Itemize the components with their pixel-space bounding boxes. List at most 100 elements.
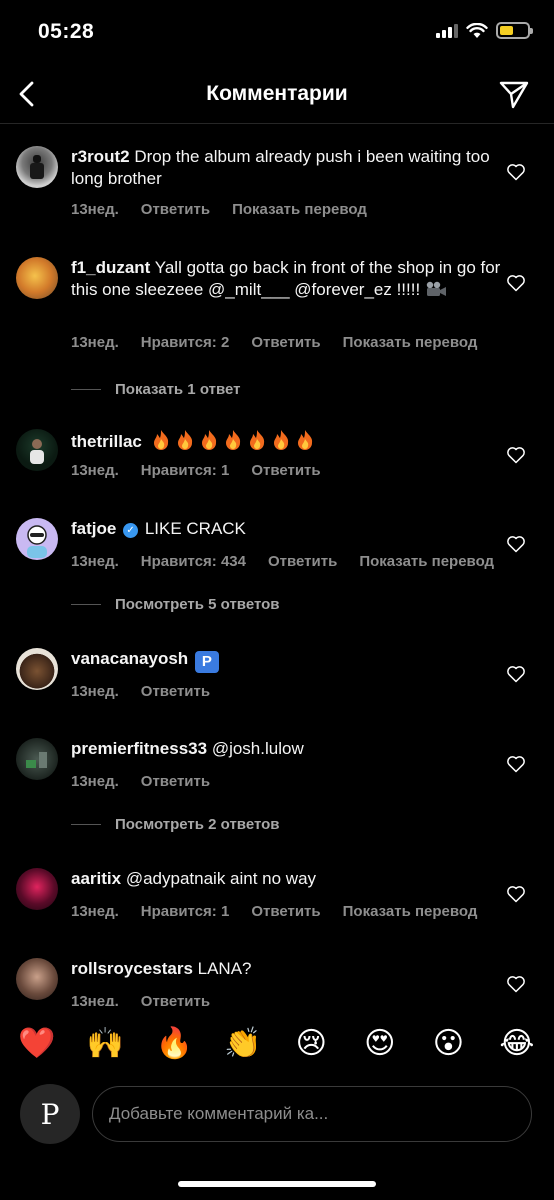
fire-icon: [177, 430, 192, 450]
fire-icon: [273, 430, 288, 450]
crying-face-emoji-button[interactable]: 😢: [294, 1027, 328, 1061]
status-icons: [436, 22, 533, 39]
fire-emojis: [147, 430, 315, 451]
reply-button[interactable]: Ответить: [268, 553, 337, 570]
heart-icon[interactable]: [506, 664, 526, 684]
comment-text: premierfitness33 @josh.lulow: [71, 738, 504, 760]
heart-icon[interactable]: [506, 754, 526, 774]
comment-meta: 13нед. Ответить: [71, 683, 210, 700]
wifi-icon: [466, 22, 488, 38]
comment-text: rollsroycestars LANA?: [71, 958, 504, 980]
translate-button[interactable]: Показать перевод: [232, 201, 367, 218]
comment-body: Drop the album already push i been waiti…: [71, 147, 490, 188]
comment-body: @josh.lulow: [211, 739, 304, 758]
reply-button[interactable]: Ответить: [141, 201, 210, 218]
avatar[interactable]: [16, 429, 58, 471]
translate-button[interactable]: Показать перевод: [343, 903, 478, 920]
comments-list[interactable]: r3rout2 Drop the album already push i be…: [0, 124, 554, 1006]
current-user-avatar: P: [20, 1084, 80, 1144]
like-count[interactable]: Нравится: 2: [141, 334, 230, 351]
view-replies-button[interactable]: Посмотреть 2 ответов: [71, 816, 280, 833]
comment-text: thetrillac: [71, 429, 504, 453]
comment-time: 13нед.: [71, 201, 119, 218]
comment-meta: 13нед. Нравится: 1 Ответить Показать пер…: [71, 903, 477, 920]
fire-icon: [153, 430, 168, 450]
heart-eyes-emoji-button[interactable]: 😍: [363, 1027, 397, 1061]
battery-icon: [496, 22, 533, 39]
avatar[interactable]: [16, 738, 58, 780]
send-icon[interactable]: [498, 78, 530, 110]
reply-button[interactable]: Ответить: [141, 773, 210, 790]
comment-time: 13нед.: [71, 334, 119, 351]
comment-body: @adypatnaik aint no way: [125, 869, 317, 888]
fire-icon: [225, 430, 240, 450]
home-indicator[interactable]: [178, 1181, 376, 1187]
reply-button[interactable]: Ответить: [141, 683, 210, 700]
cellular-signal-icon: [436, 23, 458, 38]
emoji-reaction-bar: ❤️ 🙌 🔥 👏 😢 😍 😮 😂: [0, 1022, 554, 1066]
raising-hands-emoji-button[interactable]: 🙌: [87, 1027, 124, 1061]
translate-button[interactable]: Показать перевод: [359, 553, 494, 570]
heart-icon[interactable]: [506, 273, 526, 293]
comment-text: f1_duzant Yall gotta go back in front of…: [71, 257, 504, 301]
comment-username[interactable]: premierfitness33: [71, 739, 207, 758]
comment-text: r3rout2 Drop the album already push i be…: [71, 146, 504, 190]
comment-composer: P: [0, 1084, 554, 1144]
heart-icon[interactable]: [506, 884, 526, 904]
comment-meta: 13нед. Ответить: [71, 993, 210, 1006]
surprised-face-emoji-button[interactable]: 😮: [431, 1027, 465, 1061]
comment-username[interactable]: f1_duzant: [71, 258, 150, 277]
header: Комментарии: [0, 64, 554, 124]
fire-icon: [297, 430, 312, 450]
red-heart-emoji-button[interactable]: ❤️: [18, 1027, 55, 1061]
comment-input[interactable]: [92, 1086, 532, 1142]
page-title: Комментарии: [206, 82, 348, 105]
comment-username[interactable]: r3rout2: [71, 147, 130, 166]
status-bar: 05:28: [0, 0, 554, 64]
view-replies-button[interactable]: Посмотреть 5 ответов: [71, 596, 280, 613]
verified-badge-icon: ✓: [123, 523, 139, 538]
avatar[interactable]: [16, 518, 58, 560]
like-count[interactable]: Нравится: 434: [141, 553, 246, 570]
avatar[interactable]: [16, 257, 58, 299]
heart-icon[interactable]: [506, 162, 526, 182]
comment-username[interactable]: thetrillac: [71, 432, 142, 451]
comment-username[interactable]: fatjoe: [71, 519, 116, 538]
reply-button[interactable]: Ответить: [251, 903, 320, 920]
comment-time: 13нед.: [71, 773, 119, 790]
comment-text: vanacanayosh P: [71, 648, 504, 673]
translate-button[interactable]: Показать перевод: [343, 334, 478, 351]
clapping-hands-emoji-button[interactable]: 👏: [224, 1027, 261, 1061]
like-count[interactable]: Нравится: 1: [141, 903, 230, 920]
avatar[interactable]: [16, 146, 58, 188]
comment-meta: 13нед. Ответить Показать перевод: [71, 201, 367, 218]
parking-badge-icon: P: [194, 651, 219, 673]
tears-of-joy-emoji-button[interactable]: 😂: [499, 1027, 534, 1061]
fire-emoji-button[interactable]: 🔥: [155, 1027, 192, 1061]
comment-meta: 13нед. Нравится: 1 Ответить: [71, 462, 321, 479]
reply-button[interactable]: Ответить: [141, 993, 210, 1006]
heart-icon[interactable]: [506, 534, 526, 554]
comment-time: 13нед.: [71, 462, 119, 479]
reply-button[interactable]: Ответить: [251, 334, 320, 351]
like-count[interactable]: Нравится: 1: [141, 462, 230, 479]
avatar[interactable]: [16, 958, 58, 1000]
heart-icon[interactable]: [506, 445, 526, 465]
reply-button[interactable]: Ответить: [251, 462, 320, 479]
comment-text: aaritix @adypatnaik aint no way: [71, 868, 504, 890]
fire-icon: [201, 430, 216, 450]
comment-meta: 13нед. Нравится: 2 Ответить Показать пер…: [71, 334, 477, 351]
heart-icon[interactable]: [506, 974, 526, 994]
avatar[interactable]: [16, 648, 58, 690]
comment-time: 13нед.: [71, 993, 119, 1006]
comment-meta: 13нед. Нравится: 434 Ответить Показать п…: [71, 553, 494, 570]
comment-time: 13нед.: [71, 903, 119, 920]
comment-body: LANA?: [197, 959, 252, 978]
comment-body: LIKE CRACK: [144, 519, 246, 538]
comment-username[interactable]: vanacanayosh: [71, 649, 188, 668]
comment-username[interactable]: rollsroycestars: [71, 959, 193, 978]
fire-icon: [249, 430, 264, 450]
comment-username[interactable]: aaritix: [71, 869, 121, 888]
avatar[interactable]: [16, 868, 58, 910]
view-replies-button[interactable]: Показать 1 ответ: [71, 381, 240, 398]
